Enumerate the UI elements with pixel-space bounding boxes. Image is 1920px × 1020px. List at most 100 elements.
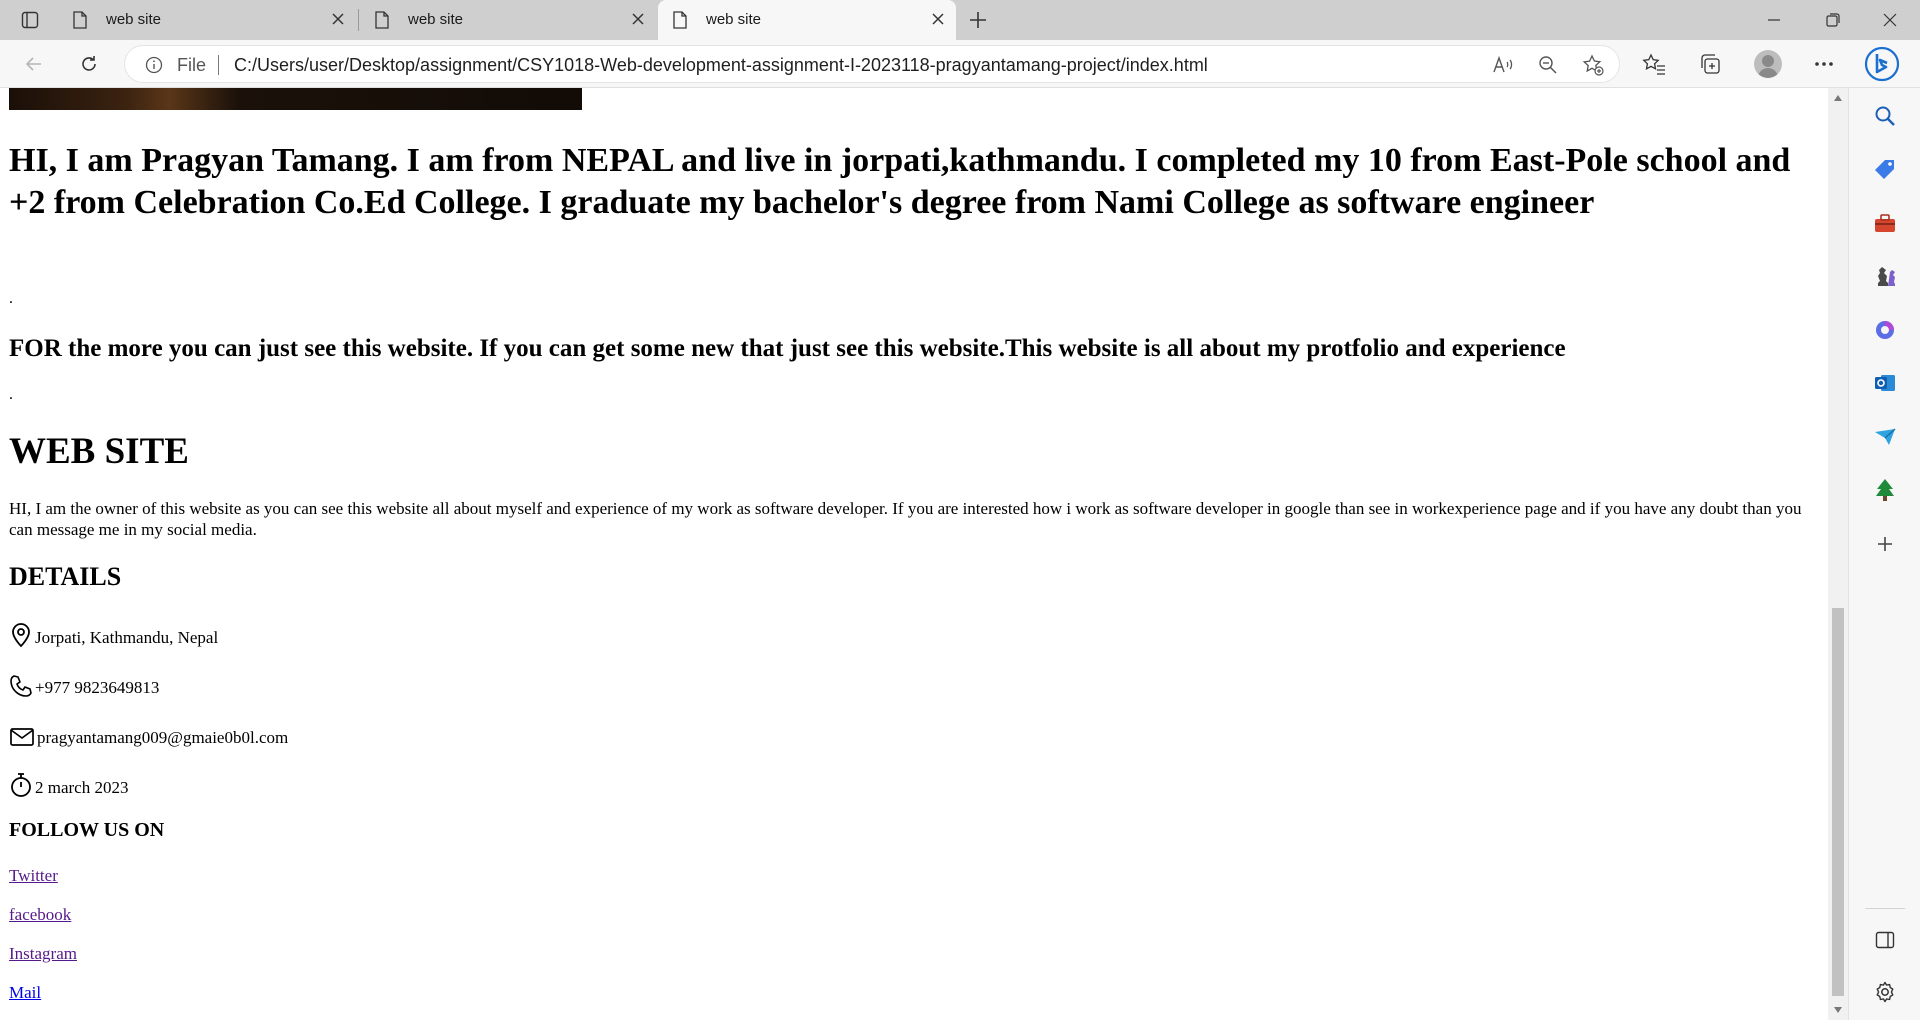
detail-phone: +977 9823649813 — [9, 668, 159, 698]
detail-location: Jorpati, Kathmandu, Nepal — [9, 618, 218, 648]
sidebar-settings[interactable] — [1871, 978, 1899, 1006]
intro-heading: HI, I am Pragyan Tamang. I am from NEPAL… — [9, 142, 1791, 221]
sidebar-search[interactable] — [1871, 102, 1899, 130]
send-icon — [1875, 428, 1896, 445]
tag-icon — [1875, 160, 1894, 179]
sidebar-split-screen[interactable] — [1871, 926, 1899, 954]
browser-tab[interactable]: web site — [360, 0, 656, 40]
facebook-link[interactable]: facebook — [9, 905, 71, 925]
search-icon — [1875, 106, 1895, 126]
more-heading: FOR the more you can just see this websi… — [9, 335, 1566, 362]
header-image — [9, 88, 582, 110]
sidebar-outlook[interactable] — [1871, 369, 1899, 397]
scroll-up-button[interactable] — [1832, 92, 1844, 104]
read-aloud-button[interactable] — [1491, 54, 1515, 76]
tree-icon — [1876, 479, 1894, 501]
close-icon — [1883, 13, 1897, 27]
toolbox-icon — [1875, 214, 1895, 232]
tab-title: web site — [706, 11, 762, 28]
sidebar-copilot[interactable] — [1871, 316, 1899, 344]
instagram-link[interactable]: Instagram — [9, 944, 77, 964]
separator-text: . — [9, 386, 13, 403]
sidebar-add[interactable] — [1871, 530, 1899, 558]
tab-strip: web site web site web site — [0, 0, 1920, 40]
sidebar-shopping[interactable] — [1871, 155, 1899, 183]
page-scrollbar[interactable] — [1828, 88, 1848, 1020]
minimize-icon — [1768, 19, 1780, 21]
sidebar-divider — [1865, 908, 1905, 909]
minimize-button[interactable] — [1746, 0, 1802, 40]
detail-date: 2 march 2023 — [9, 768, 128, 798]
more-options-button[interactable] — [1810, 52, 1838, 76]
follow-title: FOLLOW US ON — [9, 819, 165, 841]
favorites-icon — [1642, 53, 1665, 75]
tab-actions-icon — [21, 11, 39, 29]
scroll-down-button[interactable] — [1832, 1004, 1844, 1016]
address-scheme-label: File — [177, 55, 207, 75]
tab-divider — [358, 9, 359, 31]
sidebar-tree[interactable] — [1871, 476, 1899, 504]
browser-tab-active[interactable]: web site — [658, 0, 956, 40]
new-tab-button[interactable] — [962, 6, 994, 34]
scroll-up-arrow-icon — [1834, 95, 1842, 101]
close-tab-icon[interactable] — [330, 11, 346, 27]
back-button[interactable] — [16, 48, 52, 80]
sidebar-tools[interactable] — [1871, 209, 1899, 237]
refresh-icon — [82, 56, 96, 71]
close-tab-icon[interactable] — [930, 11, 946, 27]
browser-tab[interactable]: web site — [58, 0, 356, 40]
add-favorite-button[interactable] — [1581, 54, 1605, 76]
more-dots-icon — [1815, 62, 1833, 66]
page-icon — [673, 11, 687, 29]
favorites-button[interactable] — [1640, 52, 1668, 76]
page-icon — [375, 11, 389, 29]
profile-avatar[interactable] — [1754, 50, 1782, 78]
address-url[interactable]: C:/Users/user/Desktop/assignment/CSY1018… — [234, 55, 1208, 76]
location-pin-icon — [12, 623, 30, 648]
refresh-button[interactable] — [71, 48, 107, 80]
site-title: WEB SITE — [9, 431, 189, 472]
address-bar[interactable]: File C:/Users/user/Desktop/assignment/CS… — [124, 45, 1620, 83]
address-divider — [218, 55, 219, 75]
sidebar-drop[interactable] — [1871, 423, 1899, 451]
separator-text: . — [9, 290, 13, 307]
restore-icon — [1826, 13, 1840, 27]
collections-button[interactable] — [1696, 52, 1724, 76]
back-arrow-icon — [25, 57, 41, 71]
plus-icon — [970, 12, 986, 28]
settings-icon — [1876, 981, 1894, 1003]
edge-sidebar — [1848, 88, 1920, 1020]
info-icon[interactable] — [145, 56, 163, 74]
stopwatch-icon — [11, 773, 31, 797]
zoom-button[interactable] — [1536, 54, 1560, 76]
outlook-icon — [1875, 375, 1895, 391]
bing-icon — [1864, 46, 1900, 82]
read-aloud-icon — [1493, 55, 1513, 73]
mail-link[interactable]: Mail — [9, 983, 41, 1003]
bing-copilot-button[interactable] — [1862, 44, 1902, 84]
sidebar-games[interactable] — [1871, 262, 1899, 290]
star-add-icon — [1582, 54, 1604, 76]
phone-text: +977 9823649813 — [35, 678, 160, 697]
phone-icon — [10, 675, 32, 697]
location-text: Jorpati, Kathmandu, Nepal — [35, 628, 219, 647]
games-icon — [1878, 267, 1895, 286]
tab-title: web site — [106, 11, 162, 28]
split-screen-icon — [1875, 931, 1895, 949]
page-viewport: HI, I am Pragyan Tamang. I am from NEPAL… — [0, 88, 1828, 1020]
close-window-button[interactable] — [1862, 0, 1918, 40]
date-text: 2 march 2023 — [35, 778, 129, 797]
close-tab-icon[interactable] — [630, 11, 646, 27]
scroll-down-arrow-icon — [1834, 1007, 1842, 1013]
detail-email: pragyantamang009@gmaie0b0l.com — [9, 718, 288, 748]
scrollbar-thumb[interactable] — [1832, 608, 1844, 996]
twitter-link[interactable]: Twitter — [9, 866, 58, 886]
email-text: pragyantamang009@gmaie0b0l.com — [37, 728, 289, 747]
collections-icon — [1701, 54, 1720, 74]
browser-toolbar: File C:/Users/user/Desktop/assignment/CS… — [0, 40, 1920, 88]
tab-actions-button[interactable] — [14, 8, 46, 32]
tab-title: web site — [408, 11, 464, 28]
restore-button[interactable] — [1805, 0, 1861, 40]
zoom-out-icon — [1539, 56, 1557, 74]
details-title: DETAILS — [9, 562, 122, 591]
